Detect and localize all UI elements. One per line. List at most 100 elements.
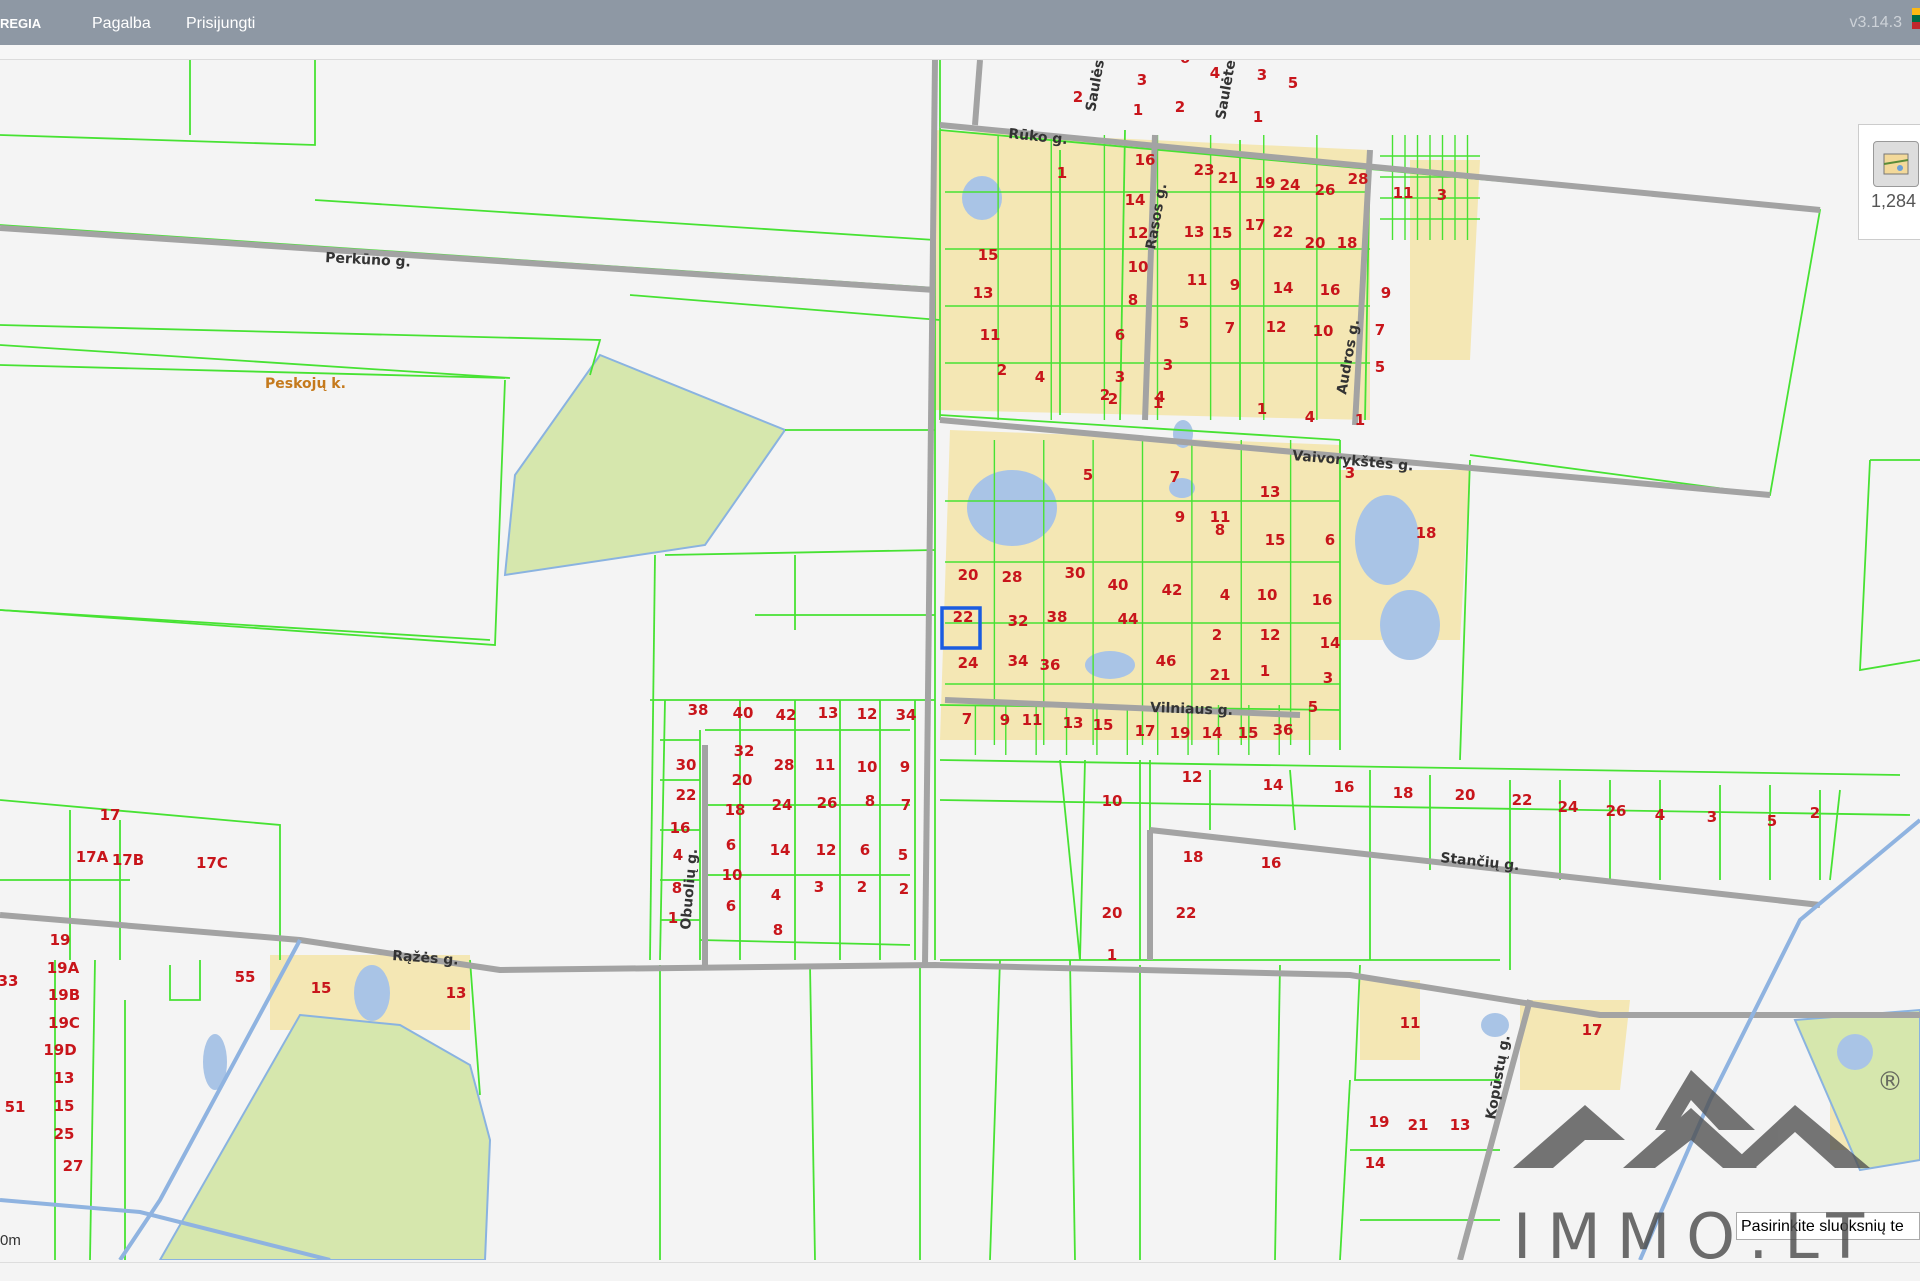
parcel-number: 10	[1128, 258, 1149, 276]
parcel-number: 21	[1408, 1116, 1429, 1134]
parcel-number: 22	[953, 608, 974, 626]
parcel-number: 2	[857, 878, 867, 896]
parcel-number: 17C	[196, 854, 228, 872]
parcel-number: 24	[772, 796, 793, 814]
parcel-number: 3	[1345, 464, 1355, 482]
parcel-boundary-58	[89, 959, 96, 1260]
parcel-number: 28	[774, 756, 795, 774]
layers-button[interactable]	[1873, 141, 1919, 187]
immo-watermark-logo: IMMO.LT ®	[1513, 1067, 1903, 1260]
parcel-number: 6	[1115, 326, 1125, 344]
parcel-number: 1	[1253, 108, 1263, 126]
parcel-number: 12	[1266, 318, 1287, 336]
parcel-number: 16	[1334, 778, 1355, 796]
parcel-number: 18	[725, 801, 746, 819]
parcel-number: 2	[1810, 804, 1820, 822]
parcel-number: 8	[865, 792, 875, 810]
parcel-number: 11	[1400, 1014, 1421, 1032]
parcel-number: 28	[1002, 568, 1023, 586]
pond-6	[354, 965, 390, 1021]
parcel-number: 3	[1115, 368, 1125, 386]
language-flag-icon[interactable]	[1912, 8, 1920, 30]
parcel-number: 19	[1369, 1113, 1390, 1131]
parcel-number: 24	[958, 654, 979, 672]
street-label-9: Stančių g.	[1440, 850, 1521, 874]
parcel-number: 14	[770, 841, 791, 859]
parcel-number: 26	[817, 794, 838, 812]
parcel-boundary-82	[1079, 759, 1086, 961]
map-scale-value: 1,284	[1871, 191, 1917, 211]
parcel-number: 19D	[43, 1041, 76, 1059]
toolbar-divider	[0, 45, 1920, 60]
parcel-number: 12	[1128, 224, 1149, 242]
parcel-number: 3	[1163, 356, 1173, 374]
parcel-number: 7	[1375, 321, 1385, 339]
parcel-number: 6	[860, 841, 870, 859]
parcel-number: 9	[1000, 711, 1010, 729]
parcel-number: 14	[1273, 279, 1294, 297]
parcel-number: 3	[1137, 71, 1147, 89]
parcel-number: 14	[1125, 191, 1146, 209]
parcel-number: 17	[1135, 722, 1156, 740]
parcel-number: 3	[1707, 808, 1717, 826]
parcel-number: 15	[311, 979, 332, 997]
parcel-number: 1	[1355, 411, 1365, 429]
parcel-number: 42	[1162, 581, 1183, 599]
parcel-number: 12	[816, 841, 837, 859]
parcel-number: 3	[1437, 186, 1447, 204]
parcel-number: 23	[1194, 161, 1215, 179]
parcel-number: 20	[1455, 786, 1476, 804]
parcel-number: 38	[1047, 608, 1068, 626]
parcel-number: 14	[1263, 776, 1284, 794]
parcel-number: 19B	[48, 986, 80, 1004]
parcel-number: 42	[776, 706, 797, 724]
parcel-number: 9	[900, 758, 910, 776]
parcel-number: 4	[1210, 64, 1220, 82]
parcel-number: 24	[1280, 176, 1301, 194]
parcel-number: 10	[1257, 586, 1278, 604]
pond-4	[1380, 590, 1440, 660]
parcel-number: 33	[0, 972, 18, 990]
parcel-number: 3	[1257, 66, 1267, 84]
street-label-7: Vilniaus g.	[1150, 700, 1233, 719]
parcel-boundary-51	[1339, 1079, 1351, 1260]
parcel-number: 4	[1035, 368, 1045, 386]
menu-help[interactable]: Pagalba	[92, 15, 151, 33]
status-bar	[0, 1262, 1920, 1281]
menu-login[interactable]: Prisijungti	[186, 15, 255, 33]
parcel-boundary-1	[314, 199, 936, 241]
parcel-number: 22	[676, 786, 697, 804]
road-4	[922, 60, 938, 966]
parcel-number: 22	[1512, 791, 1533, 809]
parcel-number: 5	[1308, 698, 1318, 716]
parcel-number: 26	[1315, 181, 1336, 199]
scale-bar-label: 0m	[0, 1232, 21, 1249]
parcel-number: 16	[1135, 151, 1156, 169]
layer-panel: 1,284	[1858, 124, 1920, 240]
version-label: v3.14.3	[1849, 14, 1902, 31]
parcel-number: 15	[978, 246, 999, 264]
parcel-number: 11	[1022, 711, 1043, 729]
parcel-boundary-28	[939, 799, 1911, 816]
parcel-number: 15	[1238, 724, 1259, 742]
village-label: Peskojų k.	[265, 376, 346, 392]
parcel-number: 22	[1273, 223, 1294, 241]
parcel-number: 12	[1260, 626, 1281, 644]
parcel-boundary-6	[0, 344, 511, 379]
road-12	[972, 60, 983, 126]
parcel-number: 22	[1176, 904, 1197, 922]
parcel-boundary-46	[989, 959, 1001, 1260]
parcel-number: 3	[814, 878, 824, 896]
parcel-boundary-12	[649, 554, 656, 961]
parcel-boundary-44	[1859, 459, 1920, 672]
parcel-number: 36	[1040, 656, 1061, 674]
parcel-number: 16	[1261, 854, 1282, 872]
parcel-number: 1	[1133, 101, 1143, 119]
parcel-number: 1	[668, 909, 678, 927]
parcel-number: 27	[63, 1157, 84, 1175]
parcel-number: 19	[1255, 174, 1276, 192]
parcel-number: 2	[899, 880, 909, 898]
parcel-number: 7	[1225, 319, 1235, 337]
parcel-number: 17	[100, 806, 121, 824]
parcel-number: 5	[1179, 314, 1189, 332]
